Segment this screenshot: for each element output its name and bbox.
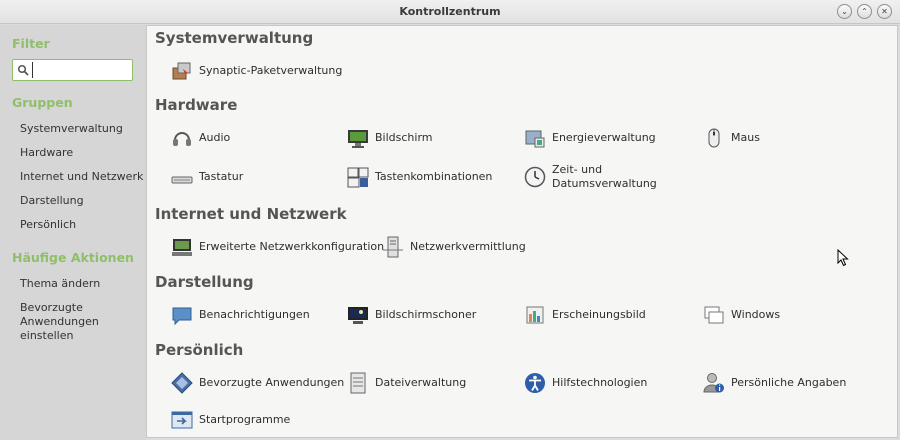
sidebar-item-persoenlich[interactable]: Persönlich [20,218,76,232]
applet-label: Hilfstechnologien [552,376,648,389]
applet-label: Zeit- und Datumsverwaltung [552,163,657,190]
filter-input[interactable] [32,62,128,78]
applet-bevorzugte-anwendungen[interactable]: Bevorzugte Anwendungen [171,368,344,398]
applet-audio[interactable]: Audio [171,123,230,153]
sidebar-item-internet[interactable]: Internet und Netzwerk [20,170,143,184]
applet-synaptic[interactable]: Synaptic-Paketverwaltung [171,56,342,86]
action-preferred-apps[interactable]: Bevorzugte Anwendungen einstellen [20,301,130,343]
applet-label: Bildschirm [375,131,433,144]
window-controls: ⌄ ⌃ ✕ [837,4,892,19]
search-icon [17,64,29,76]
sidebar-item-systemverwaltung[interactable]: Systemverwaltung [20,122,123,136]
applet-dateiverwaltung[interactable]: Dateiverwaltung [347,368,466,398]
headphones-icon [173,132,191,146]
applet-netzwerkkonfiguration[interactable]: Erweiterte Netzwerkkonfiguration [171,232,384,262]
accessibility-icon [525,373,545,393]
applet-label: Erweiterte Netzwerkkonfiguration [199,240,385,253]
windows-icon [704,306,724,324]
clock-icon [524,166,546,188]
filter-heading: Filter [12,36,50,51]
startup-apps-icon [171,411,193,429]
applet-label: Tastatur [199,170,244,183]
applet-label: Persönliche Angaben [731,376,847,389]
applet-label: Bildschirmschoner [375,308,477,321]
package-manager-icon [172,62,191,80]
applet-label: Synaptic-Paketverwaltung [199,64,343,77]
groups-heading: Gruppen [12,95,73,110]
applet-bildschirmschoner[interactable]: Bildschirmschoner [347,300,476,330]
applet-label: Dateiverwaltung [375,376,467,389]
applet-zeit-datum[interactable]: Zeit- und Datumsverwaltung [524,162,662,192]
preferred-apps-icon [171,372,193,394]
applet-label: Erscheinungsbild [552,308,646,321]
category-title-hardware: Hardware [155,96,238,114]
applet-tastatur[interactable]: Tastatur [171,162,243,192]
applet-label: Maus [731,131,760,144]
applet-persoenliche-angaben[interactable]: Persönliche Angaben [703,368,846,398]
monitor-icon [348,130,368,148]
category-title-darstellung: Darstellung [155,273,254,291]
sidebar-item-darstellung[interactable]: Darstellung [20,194,84,208]
applet-label: Startprogramme [199,413,291,426]
sidebar-item-hardware[interactable]: Hardware [20,146,73,160]
applet-label: Windows [731,308,781,321]
actions-heading: Häufige Aktionen [12,250,134,265]
applet-label: Energieverwaltung [552,131,656,144]
user-info-icon [703,373,724,393]
title-bar: Kontrollzentrum ⌄ ⌃ ✕ [0,0,900,24]
network-config-icon [172,239,192,256]
applet-windows[interactable]: Windows [703,300,780,330]
screensaver-icon [348,307,368,324]
applet-hilfstechnologien[interactable]: Hilfstechnologien [524,368,647,398]
applet-label: Audio [199,131,231,144]
applet-startprogramme[interactable]: Startprogramme [171,405,290,435]
applet-benachrichtigungen[interactable]: Benachrichtigungen [171,300,310,330]
applet-erscheinungsbild[interactable]: Erscheinungsbild [524,300,646,330]
close-button[interactable]: ✕ [877,4,892,19]
filter-field[interactable] [12,59,133,81]
applet-netzwerkvermittlung[interactable]: Netzwerkvermittlung [382,232,526,262]
applet-label: Bevorzugte Anwendungen [199,376,345,389]
maximize-button[interactable]: ⌃ [857,4,872,19]
category-title-internet: Internet und Netzwerk [155,205,347,223]
applet-label: Tastenkombinationen [375,170,493,183]
minimize-button[interactable]: ⌄ [837,4,852,19]
file-manager-icon [350,372,366,394]
window-title: Kontrollzentrum [399,5,501,18]
mouse-pointer-icon [837,249,849,267]
applet-label: Benachrichtigungen [199,308,310,321]
applet-bildschirm[interactable]: Bildschirm [347,123,433,153]
power-management-icon [525,130,545,148]
applet-tastenkombinationen[interactable]: Tastenkombinationen [347,162,492,192]
category-title-persoenlich: Persönlich [155,341,244,359]
appearance-icon [526,306,544,324]
sidebar: Filter Gruppen Systemverwaltung Hardware… [0,25,146,440]
mouse-icon [708,128,720,148]
keyboard-shortcuts-icon [347,167,369,188]
proxy-server-icon [383,236,403,258]
applet-area: Systemverwaltung Synaptic-Paketverwaltun… [146,25,898,438]
applet-maus[interactable]: Maus [703,123,760,153]
category-title-systemverwaltung: Systemverwaltung [155,29,314,47]
keyboard-icon [171,176,193,184]
notification-icon [172,307,192,326]
action-change-theme[interactable]: Thema ändern [20,277,100,291]
applet-label: Netzwerkvermittlung [410,240,526,253]
applet-energieverwaltung[interactable]: Energieverwaltung [524,123,656,153]
